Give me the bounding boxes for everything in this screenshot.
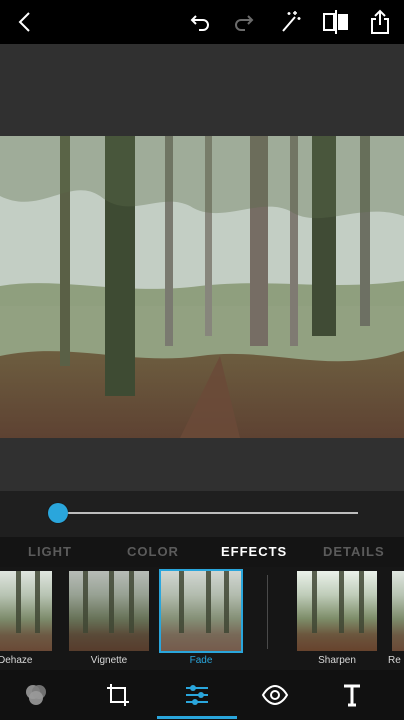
- effect-next-label: Re: [388, 655, 401, 666]
- photo-canvas[interactable]: [0, 136, 404, 438]
- effect-vignette-thumb[interactable]: [69, 571, 149, 651]
- red-eye-button[interactable]: [245, 670, 305, 720]
- tab-light[interactable]: LIGHT: [28, 544, 72, 559]
- effect-fade-thumb[interactable]: [159, 569, 243, 653]
- chevron-left-icon: [18, 12, 30, 32]
- effect-dehaze-label: Dehaze: [0, 655, 33, 666]
- undo-button[interactable]: [184, 0, 216, 44]
- redo-button[interactable]: [228, 0, 260, 44]
- auto-fix-button[interactable]: [274, 0, 306, 44]
- back-button[interactable]: [8, 0, 42, 44]
- forest-photo: [0, 136, 404, 438]
- tab-details[interactable]: DETAILS: [323, 544, 385, 559]
- share-button[interactable]: [366, 0, 394, 44]
- top-toolbar: [0, 0, 404, 44]
- effect-sharpen-thumb[interactable]: [297, 571, 377, 651]
- tab-color[interactable]: COLOR: [127, 544, 179, 559]
- adjustments-button[interactable]: [167, 670, 227, 720]
- red-eye-icon: [261, 684, 289, 706]
- effect-dehaze-thumb[interactable]: [0, 571, 52, 651]
- effect-vignette-label: Vignette: [90, 655, 128, 666]
- redo-icon: [235, 15, 254, 31]
- looks-button[interactable]: [6, 670, 66, 720]
- crop-icon: [107, 684, 129, 706]
- adjustment-tabs: LIGHT COLOR EFFECTS DETAILS: [0, 537, 404, 567]
- looks-icon: [26, 685, 46, 705]
- effects-divider: [267, 575, 268, 649]
- text-icon: [344, 684, 360, 707]
- slider-thumb[interactable]: [48, 503, 68, 523]
- adjustments-icon: [186, 685, 208, 705]
- undo-icon: [190, 15, 209, 31]
- active-tab-indicator: [157, 716, 237, 719]
- effect-sharpen-label: Sharpen: [318, 655, 356, 666]
- compare-icon: [323, 10, 348, 34]
- effects-strip: Dehaze Vignette Fade Sharpen Re: [0, 567, 404, 670]
- share-icon: [371, 9, 389, 34]
- adjustment-slider[interactable]: [0, 491, 404, 537]
- compare-button[interactable]: [319, 0, 353, 44]
- crop-button[interactable]: [88, 670, 148, 720]
- effect-fade-label: Fade: [189, 655, 213, 666]
- effect-next-thumb[interactable]: [392, 571, 404, 651]
- tab-effects[interactable]: EFFECTS: [221, 544, 287, 559]
- bottom-navigation: [0, 670, 404, 720]
- slider-track[interactable]: [58, 512, 358, 514]
- text-button[interactable]: [322, 670, 382, 720]
- magic-wand-icon: [282, 11, 301, 32]
